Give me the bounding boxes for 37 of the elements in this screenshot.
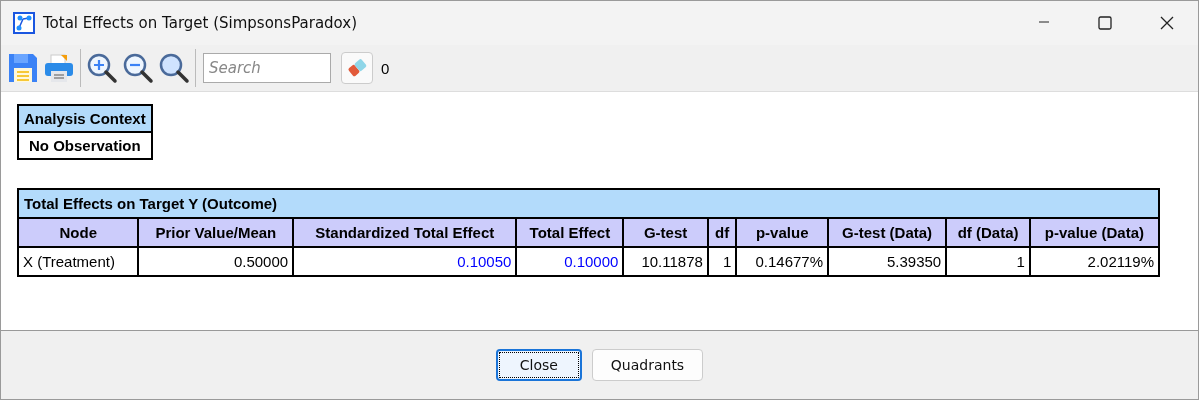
count-label: 0 bbox=[381, 59, 390, 77]
column-header: Standardized Total Effect bbox=[293, 218, 517, 247]
save-icon[interactable] bbox=[7, 52, 39, 84]
printer-icon[interactable] bbox=[43, 52, 75, 84]
column-header: G-test bbox=[623, 218, 708, 247]
window-title: Total Effects on Target (SimpsonsParadox) bbox=[43, 14, 358, 32]
table-cell: 5.39350 bbox=[828, 247, 947, 276]
table-cell: 0.50000 bbox=[138, 247, 294, 276]
column-header: Prior Value/Mean bbox=[138, 218, 294, 247]
eraser-icon bbox=[346, 57, 368, 79]
table-cell: No Observation bbox=[18, 132, 152, 159]
column-header: Node bbox=[18, 218, 139, 247]
table-cell: 1 bbox=[946, 247, 1030, 276]
column-header: df (Data) bbox=[946, 218, 1030, 247]
table-cell: 0.10000 bbox=[516, 247, 624, 276]
column-header: Total Effect bbox=[516, 218, 624, 247]
zoom-out-icon[interactable] bbox=[122, 52, 154, 84]
table-cell: 2.02119% bbox=[1029, 247, 1159, 276]
eraser-button[interactable] bbox=[341, 52, 373, 84]
column-header: p-value bbox=[736, 218, 829, 247]
table-cell: 0.10050 bbox=[293, 247, 517, 276]
table-title: Total Effects on Target Y (Outcome) bbox=[18, 189, 1159, 218]
table-cell: 10.11878 bbox=[623, 247, 708, 276]
maximize-icon[interactable] bbox=[1098, 16, 1112, 30]
zoom-in-icon[interactable] bbox=[86, 52, 118, 84]
close-icon[interactable] bbox=[1160, 16, 1174, 30]
column-header: G-test (Data) bbox=[828, 218, 947, 247]
table-header: Analysis Context bbox=[18, 105, 152, 132]
table-cell: X (Treatment) bbox=[18, 247, 139, 276]
dialog-button[interactable]: Close bbox=[495, 349, 582, 381]
magnifier-icon[interactable] bbox=[158, 52, 190, 84]
table-cell: 1 bbox=[707, 247, 737, 276]
dialog-button[interactable]: Quadrants bbox=[591, 349, 704, 381]
table-cell: 0.14677% bbox=[736, 247, 829, 276]
search-field[interactable]: Search bbox=[203, 53, 331, 83]
app-icon bbox=[13, 12, 35, 34]
column-header: p-value (Data) bbox=[1029, 218, 1159, 247]
